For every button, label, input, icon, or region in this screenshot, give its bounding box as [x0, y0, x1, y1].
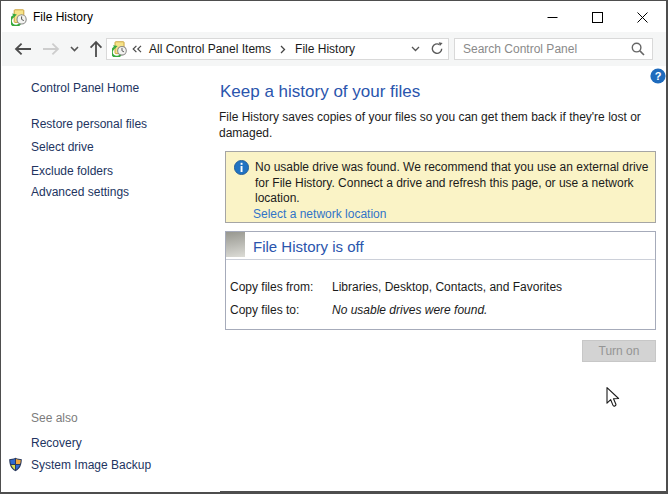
copy-files-from-label: Copy files from:: [230, 280, 332, 294]
main-content: Keep a history of your files File Histor…: [220, 66, 656, 492]
search-icon[interactable]: [631, 42, 645, 56]
copy-files-from-row: Copy files from:Libraries, Desktop, Cont…: [230, 280, 562, 294]
chevron-down-icon: [70, 46, 79, 52]
no-usable-drive-notice: No usable drive was found. We recommend …: [225, 151, 656, 223]
minimize-icon: [547, 12, 558, 23]
page-description-line: File History saves copies of your files …: [219, 110, 641, 126]
address-dropdown-button[interactable]: [404, 46, 426, 52]
sidebar-recovery[interactable]: Recovery: [31, 436, 82, 450]
page-description: File History saves copies of your files …: [219, 110, 641, 141]
notice-text-line: location.: [255, 191, 648, 207]
breadcrumb-all-control-panel-items[interactable]: All Control Panel Items: [142, 42, 280, 56]
sidebar: Control Panel Home Restore personal file…: [1, 66, 220, 492]
file-history-app-icon: [11, 9, 28, 26]
notice-text-line: for File History. Connect a drive and re…: [255, 176, 648, 192]
breadcrumb-file-history[interactable]: File History: [286, 42, 364, 56]
maximize-icon: [592, 12, 603, 23]
sidebar-restore-personal-files[interactable]: Restore personal files: [31, 117, 147, 131]
breadcrumb-overflow-chevrons[interactable]: [132, 45, 142, 53]
copy-files-to-label: Copy files to:: [230, 303, 332, 317]
sidebar-control-panel-home[interactable]: Control Panel Home: [31, 81, 139, 95]
recent-pages-dropdown[interactable]: [66, 32, 82, 66]
file-history-status-panel: File History is off Copy files from:Libr…: [225, 231, 656, 330]
sidebar-advanced-settings[interactable]: Advanced settings: [31, 185, 129, 199]
double-chevron-left-icon: [132, 45, 142, 53]
notice-text-line: No usable drive was found. We recommend …: [255, 160, 648, 176]
sidebar-exclude-folders[interactable]: Exclude folders: [31, 164, 113, 178]
status-panel-header: File History is off: [226, 232, 655, 260]
navigation-toolbar: All Control Panel Items File History: [2, 32, 666, 66]
turn-on-button[interactable]: Turn on: [582, 340, 656, 362]
minimize-button[interactable]: [530, 2, 575, 32]
close-icon: [637, 12, 648, 23]
back-button[interactable]: [10, 32, 36, 66]
copy-files-from-value: Libraries, Desktop, Contacts, and Favori…: [332, 280, 562, 294]
refresh-icon: [430, 42, 444, 56]
file-history-window: File History: [0, 0, 668, 494]
uac-shield-icon: [8, 457, 23, 472]
forward-button[interactable]: [38, 32, 64, 66]
drive-placeholder-icon: [226, 232, 245, 257]
copy-files-to-row: Copy files to:No usable drives were foun…: [230, 303, 487, 317]
refresh-button[interactable]: [426, 38, 449, 60]
file-history-status-title: File History is off: [253, 238, 364, 255]
window-title: File History: [33, 2, 93, 32]
info-icon: [234, 160, 249, 175]
sidebar-system-image-backup[interactable]: System Image Backup: [31, 458, 151, 472]
search-box: [454, 38, 653, 60]
see-also-label: See also: [31, 411, 78, 425]
page-title: Keep a history of your files: [220, 82, 420, 102]
close-button[interactable]: [620, 2, 665, 32]
sidebar-select-drive[interactable]: Select drive: [31, 140, 94, 154]
back-arrow-icon: [14, 42, 32, 56]
select-network-location-link[interactable]: Select a network location: [253, 207, 386, 221]
copy-files-to-value: No usable drives were found.: [332, 303, 487, 317]
forward-arrow-icon: [42, 42, 60, 56]
chevron-down-icon: [411, 46, 420, 52]
titlebar: File History: [2, 2, 666, 32]
up-arrow-icon: [89, 40, 103, 58]
notice-text: No usable drive was found. We recommend …: [255, 160, 648, 207]
search-input[interactable]: [455, 40, 631, 58]
up-button[interactable]: [84, 32, 108, 66]
breadcrumb-location-icon: [112, 41, 128, 57]
maximize-button[interactable]: [575, 2, 620, 32]
page-description-line: damaged.: [219, 126, 641, 142]
address-bar[interactable]: All Control Panel Items File History: [106, 38, 427, 60]
